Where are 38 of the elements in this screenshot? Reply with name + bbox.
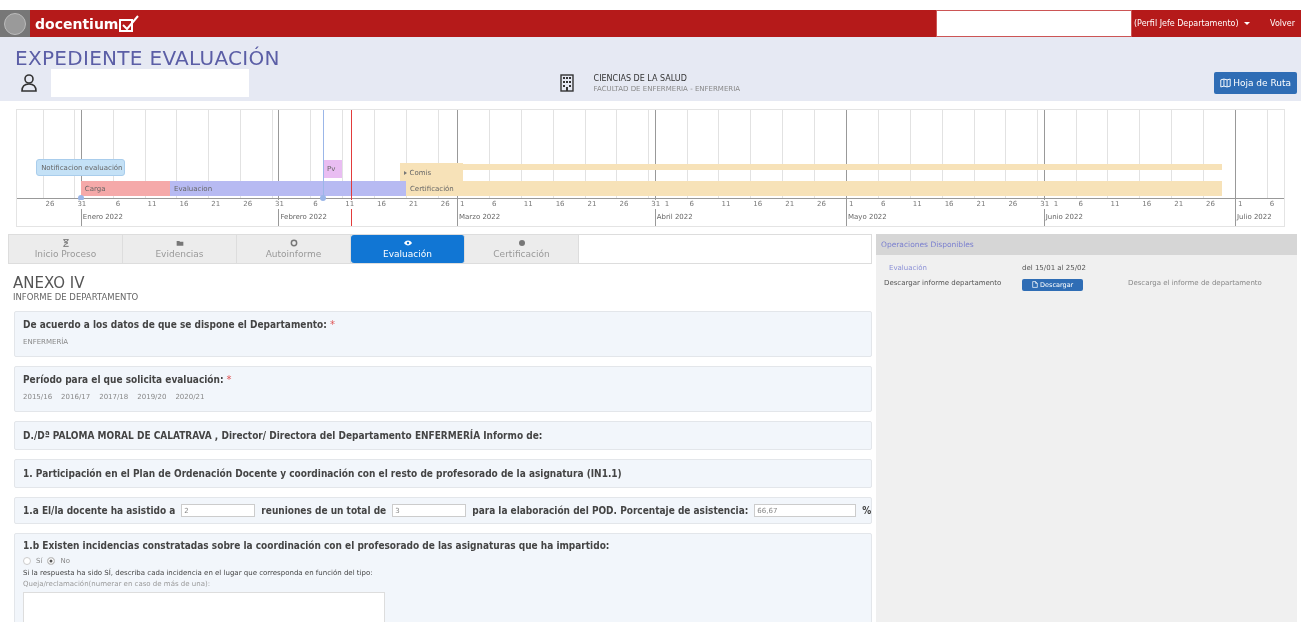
tab[interactable]: Inicio Proceso bbox=[9, 235, 123, 263]
tab[interactable]: Evidencias bbox=[123, 235, 237, 263]
building-icon bbox=[559, 74, 574, 92]
dot-icon bbox=[517, 239, 526, 247]
hourglass-icon bbox=[61, 239, 70, 247]
field-label: 1.a El/la docente ha asistido a bbox=[23, 505, 176, 516]
section-title: ANEXO IV bbox=[13, 274, 86, 292]
faculty-name: CIENCIAS DE LA SALUD bbox=[593, 73, 688, 83]
user-icon bbox=[21, 74, 37, 92]
section-heading: 1. Participación en el Plan de Ordenación Docente y coordinación con el resto de profesorado de la asignatura (IN1.1) bbox=[23, 468, 623, 479]
gear-icon bbox=[289, 239, 298, 247]
eye-icon bbox=[403, 239, 412, 247]
radio-button[interactable] bbox=[47, 557, 56, 565]
field-label: De acuerdo a los datos de que se dispone el Departamento: bbox=[23, 319, 327, 330]
radio-button[interactable] bbox=[23, 557, 31, 565]
checkbox-logo-icon bbox=[119, 14, 140, 33]
marker-dot bbox=[320, 195, 327, 201]
section-subtitle: INFORME DE DEPARTAMENTO bbox=[13, 292, 140, 302]
folder-icon bbox=[175, 239, 184, 247]
question-label: 1.b Existen incidencias constratadas sobre la coordinación con el profesorado de las asignaturas que ha impartido: bbox=[23, 540, 611, 551]
marker-dot bbox=[77, 195, 84, 201]
map-icon bbox=[1220, 78, 1232, 88]
field-label: reuniones de un total de bbox=[261, 505, 387, 516]
required-mark: * bbox=[226, 374, 232, 385]
section-heading: D./Dª PALOMA MORAL DE CALATRAVA , Director/ Directora del Departamento ENFERMERÍA Informo de: bbox=[23, 430, 544, 441]
field-label: Período para el que solicita evaluación: bbox=[23, 374, 224, 385]
seal-icon bbox=[4, 12, 26, 35]
field-label: para la elaboración del POD. Porcentaje de asistencia: bbox=[472, 505, 749, 516]
route-map-button[interactable]: Hoja de Ruta bbox=[1214, 72, 1297, 94]
text-area[interactable] bbox=[23, 592, 385, 622]
page-title: EXPEDIENTE EVALUACIÓN bbox=[15, 47, 281, 69]
brand-logo[interactable]: docentium bbox=[35, 15, 119, 32]
field-label: % bbox=[862, 505, 872, 516]
profile-menu[interactable]: (Perfil Jefe Departamento) bbox=[1133, 19, 1251, 28]
required-mark: * bbox=[329, 319, 335, 330]
document-icon bbox=[1032, 281, 1038, 288]
back-link[interactable]: Volver bbox=[1270, 19, 1295, 28]
tab[interactable]: Evaluación bbox=[351, 235, 465, 263]
